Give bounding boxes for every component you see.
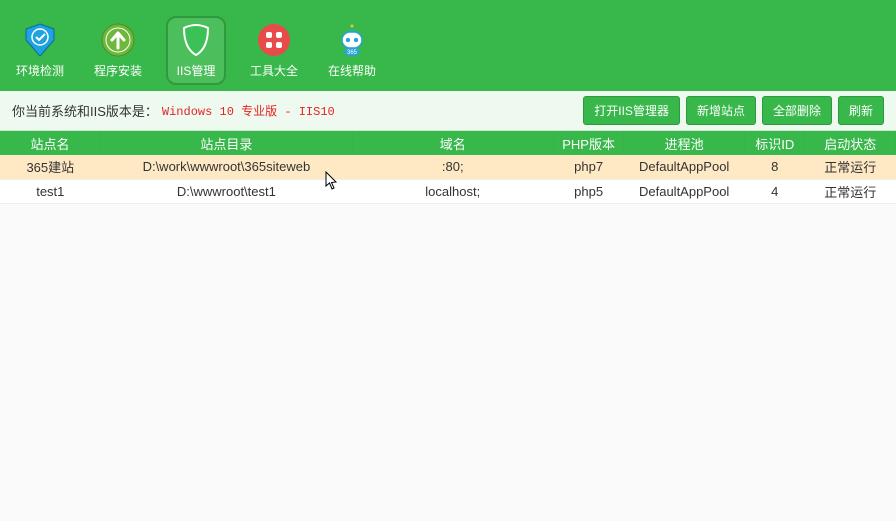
tool-online-help[interactable]: 365 在线帮助	[322, 18, 382, 83]
system-info-value: Windows 10 专业版 - IIS10	[162, 102, 335, 119]
titlebar	[0, 0, 896, 10]
col-status[interactable]: 启动状态	[805, 131, 896, 155]
table-row[interactable]: test1D:\wwwroot\test1localhost;php5Defau…	[0, 179, 896, 203]
site-table: 站点名 站点目录 域名 PHP版本 进程池 标识ID 启动状态 365建站D:\…	[0, 131, 896, 204]
tool-env-detect[interactable]: 环境检测	[10, 18, 70, 83]
svg-text:365: 365	[347, 50, 358, 56]
shield-badge-icon	[22, 22, 58, 58]
info-buttons: 打开IIS管理器 新增站点 全部删除 刷新	[583, 96, 884, 125]
col-pool[interactable]: 进程池	[624, 131, 745, 155]
tool-label: IIS管理	[177, 62, 216, 79]
cell-id: 8	[745, 155, 805, 179]
tool-label: 环境检测	[16, 62, 64, 79]
cell-domain: :80;	[352, 155, 553, 179]
open-iis-manager-button[interactable]: 打开IIS管理器	[583, 96, 680, 125]
delete-all-button[interactable]: 全部删除	[762, 96, 832, 125]
shield-icon	[178, 22, 214, 58]
refresh-button[interactable]: 刷新	[838, 96, 884, 125]
table-row[interactable]: 365建站D:\work\wwwroot\365siteweb:80;php7D…	[0, 155, 896, 179]
tool-label: 工具大全	[250, 62, 298, 79]
tool-label: 程序安装	[94, 62, 142, 79]
cell-php: php7	[553, 155, 623, 179]
site-table-wrap: 站点名 站点目录 域名 PHP版本 进程池 标识ID 启动状态 365建站D:\…	[0, 131, 896, 521]
info-bar: 你当前系统和IIS版本是： Windows 10 专业版 - IIS10 打开I…	[0, 91, 896, 131]
tool-label: 在线帮助	[328, 62, 376, 79]
cell-dir: D:\wwwroot\test1	[101, 179, 353, 203]
cell-domain: localhost;	[352, 179, 553, 203]
main-toolbar: 环境检测 程序安装 IIS管理	[0, 10, 896, 91]
cell-status: 正常运行	[805, 179, 896, 203]
grid4-icon	[256, 22, 292, 58]
col-domain[interactable]: 域名	[352, 131, 553, 155]
tool-install[interactable]: 程序安装	[88, 18, 148, 83]
tool-toolbox[interactable]: 工具大全	[244, 18, 304, 83]
cell-status: 正常运行	[805, 155, 896, 179]
col-site-name[interactable]: 站点名	[0, 131, 101, 155]
table-header-row: 站点名 站点目录 域名 PHP版本 进程池 标识ID 启动状态	[0, 131, 896, 155]
cell-dir: D:\work\wwwroot\365siteweb	[101, 155, 353, 179]
cell-php: php5	[553, 179, 623, 203]
cell-pool: DefaultAppPool	[624, 179, 745, 203]
col-id[interactable]: 标识ID	[745, 131, 805, 155]
tool-iis-manage[interactable]: IIS管理	[166, 16, 226, 85]
arrow-up-icon	[100, 22, 136, 58]
cell-name: test1	[0, 179, 101, 203]
cell-name: 365建站	[0, 155, 101, 179]
cell-pool: DefaultAppPool	[624, 155, 745, 179]
cell-id: 4	[745, 179, 805, 203]
robot-icon: 365	[334, 22, 370, 58]
system-info-label: 你当前系统和IIS版本是：	[12, 101, 158, 120]
add-site-button[interactable]: 新增站点	[686, 96, 756, 125]
col-php[interactable]: PHP版本	[553, 131, 623, 155]
col-site-dir[interactable]: 站点目录	[101, 131, 353, 155]
